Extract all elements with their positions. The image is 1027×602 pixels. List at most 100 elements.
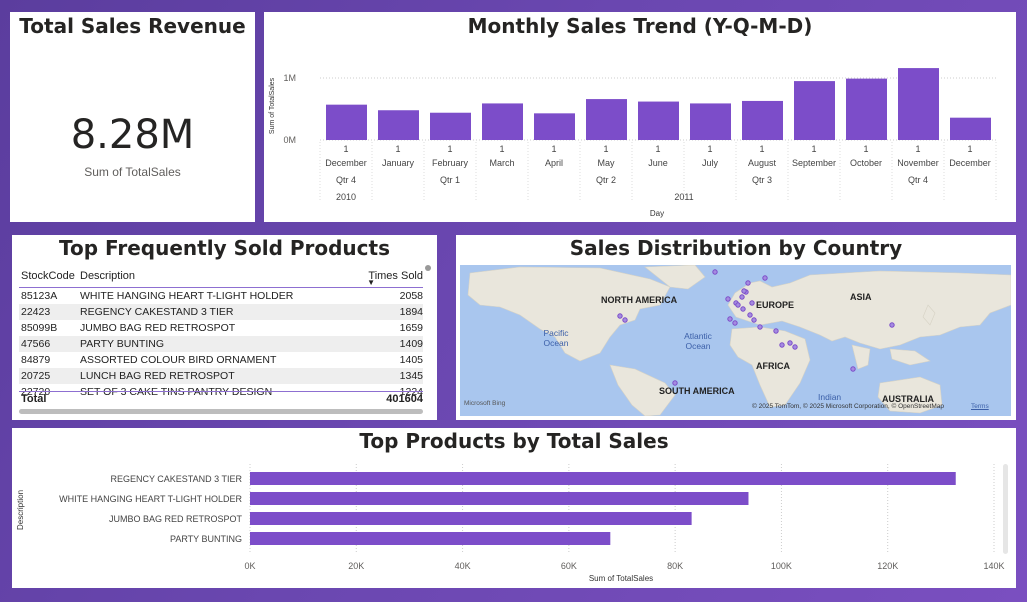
monthly-trend-chart: 1M 0M Sum of TotalSales 1 December 1 January 1 F…: [269, 68, 997, 218]
row-stockcode: 22423: [21, 306, 51, 318]
country-marker[interactable]: [889, 322, 895, 328]
map-title: Sales Distribution by Country: [569, 236, 903, 260]
day-tick-label: 1: [967, 144, 972, 154]
country-marker[interactable]: [672, 380, 678, 386]
trend-bar[interactable]: [950, 117, 991, 140]
day-tick-label: 1: [811, 144, 816, 154]
country-marker[interactable]: [735, 302, 741, 308]
country-marker[interactable]: [725, 296, 731, 302]
x-tick-label: 40K: [455, 561, 471, 571]
trend-bar[interactable]: [742, 100, 783, 140]
trend-bar[interactable]: [586, 99, 627, 140]
day-tick-label: 1: [551, 144, 556, 154]
scroll-handle-icon[interactable]: [425, 265, 431, 271]
product-bar[interactable]: [250, 492, 749, 505]
month-tick-label: February: [432, 158, 469, 168]
table-total-row: Total 401604: [19, 393, 423, 407]
col-times-sold[interactable]: Times Sold: [368, 270, 423, 282]
month-tick-label: June: [648, 158, 668, 168]
trend-bar[interactable]: [638, 101, 679, 140]
kpi-card[interactable]: Total Sales Revenue 8.28M Sum of TotalSa…: [10, 12, 255, 222]
table-row[interactable]: 85099B JUMBO BAG RED RETROSPOT 1659: [19, 320, 423, 336]
month-tick-label: August: [748, 158, 777, 168]
y-axis-title: Sum of TotalSales: [269, 77, 276, 134]
country-marker[interactable]: [617, 313, 623, 319]
country-marker[interactable]: [779, 342, 785, 348]
country-marker[interactable]: [739, 294, 745, 300]
product-bar[interactable]: [250, 472, 956, 485]
day-tick-label: 1: [499, 144, 504, 154]
country-marker[interactable]: [787, 340, 793, 346]
month-tick-label: September: [792, 158, 836, 168]
row-times-sold: 2058: [399, 290, 423, 302]
month-tick-label: October: [850, 158, 882, 168]
quarter-tick-label: Qtr 1: [440, 175, 460, 185]
quarter-tick-label: Qtr 2: [596, 175, 616, 185]
country-marker[interactable]: [712, 269, 718, 275]
x-axis-title: Sum of TotalSales: [589, 574, 653, 583]
table-row[interactable]: 84879 ASSORTED COLOUR BIRD ORNAMENT 1405: [19, 352, 423, 368]
vertical-scrollbar[interactable]: [1003, 464, 1008, 554]
table-row[interactable]: 22423 REGENCY CAKESTAND 3 TIER 1894: [19, 304, 423, 320]
col-description[interactable]: Description: [80, 270, 135, 282]
trend-bar[interactable]: [690, 103, 731, 140]
country-marker[interactable]: [792, 344, 798, 350]
category-tick-label: REGENCY CAKESTAND 3 TIER: [110, 474, 242, 484]
horizontal-scrollbar[interactable]: [19, 409, 423, 414]
top-frequent-products-card[interactable]: Top Frequently Sold Products StockCode D…: [12, 235, 437, 420]
month-tick-label: April: [545, 158, 563, 168]
country-marker[interactable]: [749, 300, 755, 306]
country-marker[interactable]: [732, 320, 738, 326]
trend-bar[interactable]: [794, 81, 835, 140]
row-description: ASSORTED COLOUR BIRD ORNAMENT: [80, 354, 277, 366]
quarter-tick-label: Qtr 4: [336, 175, 356, 185]
country-marker[interactable]: [741, 288, 747, 294]
row-description: LUNCH BAG RED RETROSPOT: [80, 370, 235, 382]
country-marker[interactable]: [751, 317, 757, 323]
product-bar[interactable]: [250, 512, 692, 525]
x-tick-label: 80K: [667, 561, 683, 571]
country-map-card[interactable]: Sales Distribution by Country NORTH AMER…: [456, 235, 1016, 420]
table-row[interactable]: 85123A WHITE HANGING HEART T-LIGHT HOLDER…: [19, 288, 423, 304]
year-tick-label: 2010: [336, 192, 356, 202]
table-row[interactable]: 47566 PARTY BUNTING 1409: [19, 336, 423, 352]
day-tick-label: 1: [603, 144, 608, 154]
row-times-sold: 1409: [399, 338, 423, 350]
trend-bar[interactable]: [534, 113, 575, 140]
trend-bar[interactable]: [482, 103, 523, 140]
row-stockcode: 85123A: [21, 290, 58, 302]
country-marker[interactable]: [762, 275, 768, 281]
row-description: JUMBO BAG RED RETROSPOT: [80, 322, 236, 334]
row-times-sold: 1345: [399, 370, 423, 382]
table-row[interactable]: 20725 LUNCH BAG RED RETROSPOT 1345: [19, 368, 423, 384]
x-tick-label: 120K: [877, 561, 898, 571]
sort-desc-icon[interactable]: ▼: [367, 278, 375, 287]
country-marker[interactable]: [850, 366, 856, 372]
country-marker[interactable]: [757, 324, 763, 330]
row-stockcode: 84879: [21, 354, 51, 366]
trend-bar[interactable]: [846, 78, 887, 140]
map-markers: [617, 269, 895, 386]
country-marker[interactable]: [747, 312, 753, 318]
month-tick-label: May: [597, 158, 615, 168]
monthly-trend-card[interactable]: 1M 0M Sum of TotalSales 1 December 1 January 1 F…: [264, 12, 1016, 222]
x-axis-title: Day: [650, 209, 664, 218]
country-marker[interactable]: [727, 316, 733, 322]
top-products-sales-card[interactable]: 0K 20K 40K 60K 80K 100K 120K 140K REGENCY CAKEST…: [12, 428, 1016, 588]
x-tick-label: 0K: [244, 561, 255, 571]
trend-bar[interactable]: [378, 110, 419, 140]
row-description: PARTY BUNTING: [80, 338, 165, 350]
product-bar[interactable]: [250, 532, 611, 545]
country-marker[interactable]: [745, 280, 751, 286]
month-tick-label: March: [489, 158, 514, 168]
country-marker[interactable]: [740, 306, 746, 312]
day-tick-label: 1: [707, 144, 712, 154]
world-map[interactable]: NORTH AMERICA EUROPE ASIA Pacific Ocean …: [460, 265, 1011, 416]
trend-bar[interactable]: [898, 68, 939, 140]
col-stockcode[interactable]: StockCode: [21, 270, 75, 282]
table-header: StockCode Description Times Sold ▼: [19, 265, 423, 288]
country-marker[interactable]: [773, 328, 779, 334]
trend-bar[interactable]: [430, 112, 471, 140]
trend-bar[interactable]: [326, 104, 367, 140]
country-marker[interactable]: [622, 317, 628, 323]
